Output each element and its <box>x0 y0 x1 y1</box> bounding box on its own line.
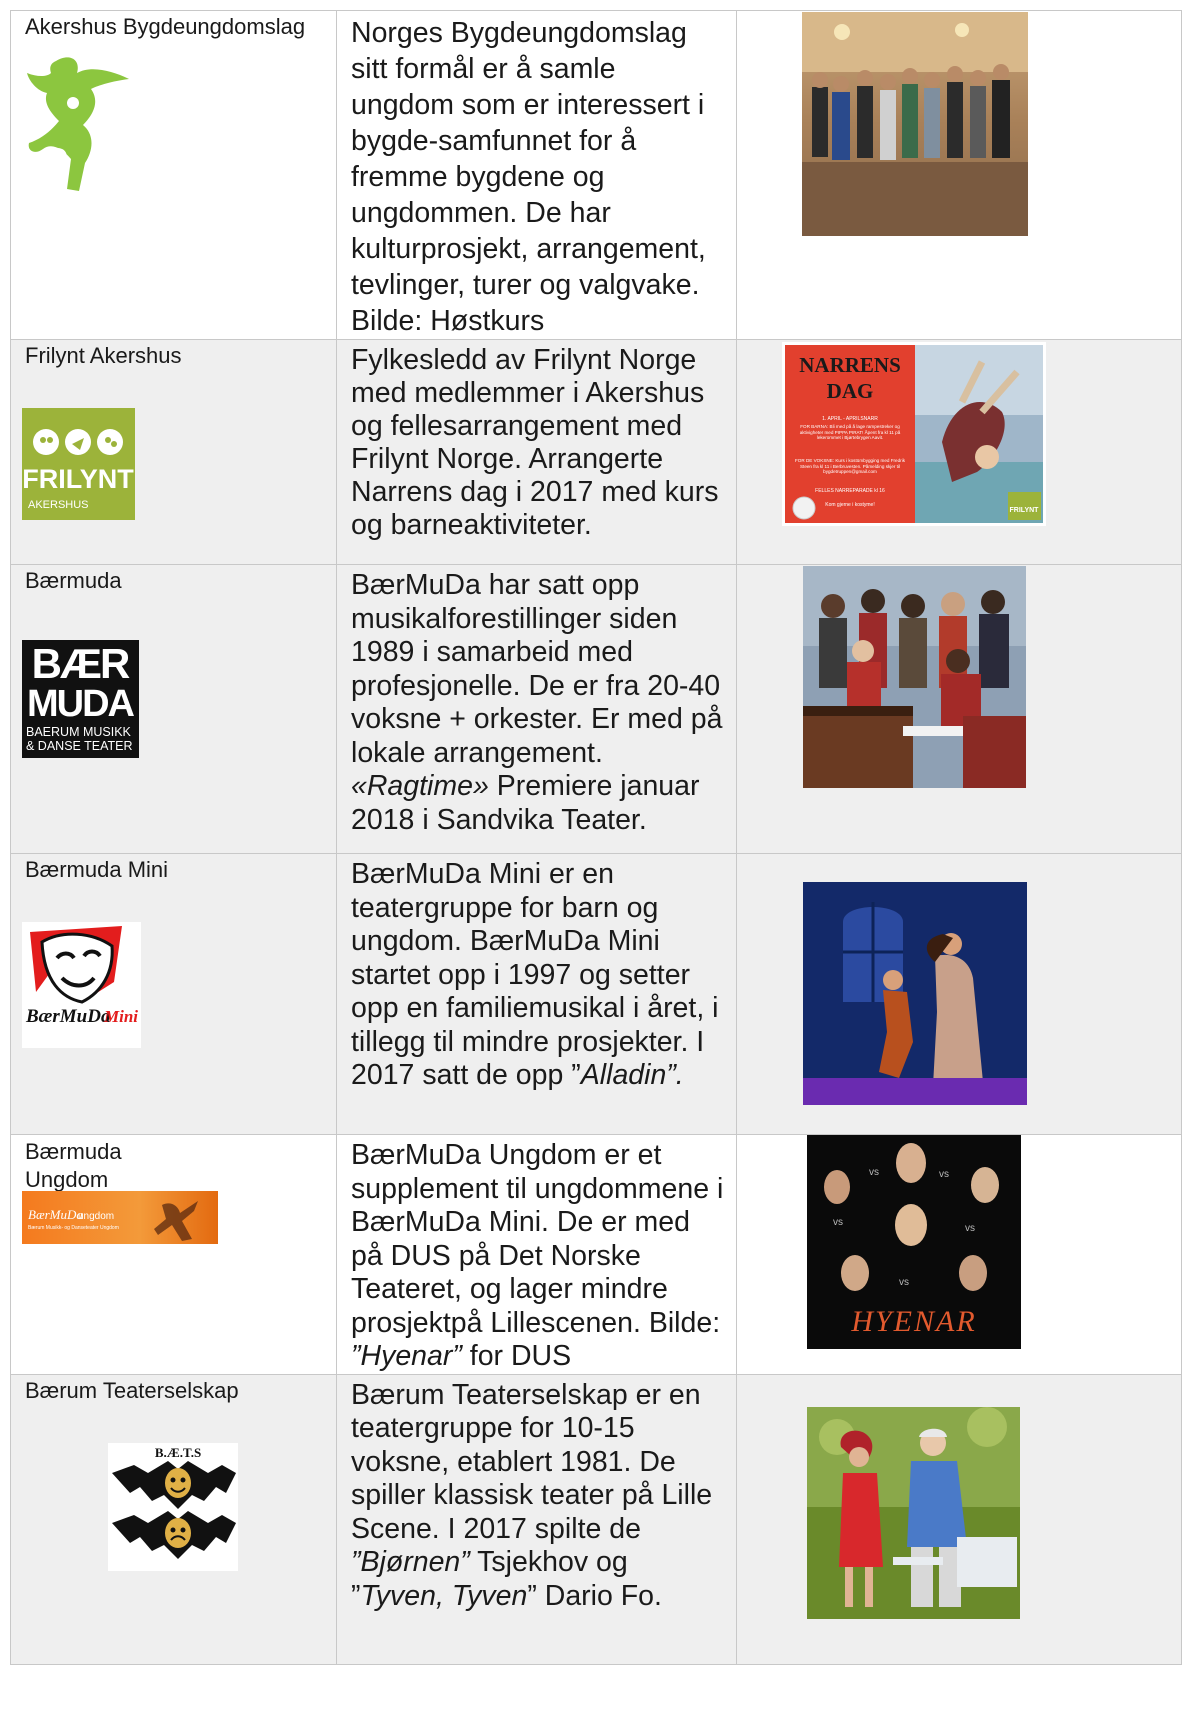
ungdom-logo-subtext: Bærum Musikk- og Danseteater Ungdom <box>28 1225 119 1231</box>
desc-text: Bærum Teaterselskap er en teatergruppe f… <box>351 1378 713 1545</box>
desc-text: BærMuDa Ungdom er et supplement til ungd… <box>351 1139 724 1339</box>
name-cell: Frilynt Akershus FRILYNT AKERSHUS <box>10 339 337 565</box>
name-cell: Bærum Teaterselskap B.Æ.T.S <box>10 1373 337 1665</box>
vs-text: vs <box>899 1277 909 1288</box>
alladin-photo <box>803 882 1027 1105</box>
desc-title: ”Bjørnen” <box>351 1546 470 1578</box>
org-name: Akershus Bygdeungdomslag <box>25 14 306 39</box>
poster-line-1: 1. APRIL - APRILSNARR <box>822 416 878 422</box>
desc-title: Alladin”. <box>580 1059 684 1091</box>
desc-title: «Ragtime» <box>351 770 489 802</box>
poster-line-2: FOR BARNA: Bli med på å lage rampestreke… <box>799 424 901 441</box>
photo-cell <box>736 10 1182 340</box>
org-name: Frilynt Akershus <box>25 343 182 368</box>
baermuda-logo-line1: BÆR <box>32 640 130 687</box>
org-name-line1: Bærmuda <box>25 1139 122 1164</box>
organizations-table: Akershus Bygdeungdomslag Norges Bygdeung… <box>10 10 1182 1665</box>
bjornen-photo <box>807 1406 1020 1619</box>
org-name: Bærmuda <box>25 568 122 593</box>
frilynt-logo-text: FRILYNT <box>22 464 134 494</box>
desc-text: BærMuDa Mini er en teatergruppe for barn… <box>351 858 719 1091</box>
poster-badge: FRILYNT <box>1010 507 1040 514</box>
photo-cell <box>736 853 1182 1135</box>
photo-cell <box>736 564 1182 854</box>
table-row: Bærmuda BÆR MUDA BAERUM MUSIKK & DANSE T… <box>10 564 1182 854</box>
mini-logo-text: BærMuDa <box>25 1006 111 1027</box>
vs-text: vs <box>869 1167 879 1178</box>
description-cell: Fylkesledd av Frilynt Norge med medlemme… <box>336 339 737 565</box>
mini-logo-text2: Mini <box>103 1007 138 1026</box>
description-cell: BærMuDa Ungdom er et supplement til ungd… <box>336 1134 737 1375</box>
baermuda-logo-line4: & DANSE TEATER <box>26 739 133 753</box>
desc-title: ”Hyenar” <box>351 1340 462 1372</box>
name-cell: Akershus Bygdeungdomslag <box>10 10 337 340</box>
baermuda-logo-line3: BAERUM MUSIKK <box>26 725 132 739</box>
org-description: BærMuDa Mini er en teatergruppe for barn… <box>337 854 736 1093</box>
baermuda-logo: BÆR MUDA BAERUM MUSIKK & DANSE TEATER <box>22 640 139 758</box>
ragtime-photo <box>803 566 1026 788</box>
frilynt-logo: FRILYNT AKERSHUS <box>22 408 135 520</box>
baets-logo-text: B.Æ.T.S <box>155 1445 201 1460</box>
table-row: Bærmuda Ungdom BærMuDa ungdom Bærum Musik… <box>10 1134 1182 1375</box>
description-cell: Norges Bygdeungdomslag sitt formål er å … <box>336 10 737 340</box>
hyenar-title: HYENAR <box>850 1305 976 1338</box>
hostkurs-photo <box>802 12 1028 236</box>
description-cell: BærMuDa Mini er en teatergruppe for barn… <box>336 853 737 1135</box>
vs-text: vs <box>833 1217 843 1228</box>
org-description: BærMuDa har satt opp musikalforestilling… <box>337 565 736 837</box>
org-description: BærMuDa Ungdom er et supplement til ungd… <box>337 1135 736 1374</box>
desc-text: ” Dario Fo. <box>527 1579 662 1612</box>
vs-text: vs <box>939 1169 949 1180</box>
bygdeungdomslag-logo <box>21 51 131 201</box>
table-row: Akershus Bygdeungdomslag Norges Bygdeung… <box>10 10 1182 340</box>
baermuda-logo-line2: MUDA <box>27 683 135 725</box>
name-cell: Bærmuda Ungdom BærMuDa ungdom Bærum Musik… <box>10 1134 337 1375</box>
baermuda-ungdom-logo: BærMuDa ungdom Bærum Musikk- og Dansetea… <box>22 1191 218 1244</box>
baermuda-mini-logo: BærMuDa Mini <box>22 922 141 1048</box>
hyenar-poster: vs vs vs vs vs HYENAR <box>807 1135 1021 1349</box>
description-cell: Bærum Teaterselskap er en teatergruppe f… <box>336 1373 737 1665</box>
name-cell: Bærmuda Mini BærMuDa Mini <box>10 853 337 1135</box>
frilynt-logo-subtext: AKERSHUS <box>28 499 89 511</box>
table-row: Bærmuda Mini BærMuDa Mini BærMuDa Mini e… <box>10 853 1182 1135</box>
name-cell: Bærmuda BÆR MUDA BAERUM MUSIKK & DANSE T… <box>10 564 337 854</box>
ungdom-logo-text2: ungdom <box>78 1211 114 1222</box>
poster-line-4: FELLES NARREPARADE kl 16 <box>815 488 885 494</box>
org-name: Bærmuda Mini <box>25 857 169 882</box>
desc-text: BærMuDa har satt opp musikalforestilling… <box>351 569 723 769</box>
org-name: Bærmuda Ungdom <box>11 1135 336 1194</box>
photo-cell <box>736 1373 1182 1665</box>
description-cell: BærMuDa har satt opp musikalforestilling… <box>336 564 737 854</box>
poster-line-3: FOR DE VOKSNE: Kurs i kostümbygging med … <box>794 458 906 475</box>
ungdom-logo-text: BærMuDa <box>28 1207 83 1222</box>
table-row: Frilynt Akershus FRILYNT AKERSHUS Fylkes… <box>10 339 1182 565</box>
poster-title-1: NARRENS <box>799 353 901 377</box>
org-description: Norges Bygdeungdomslag sitt formål er å … <box>351 17 706 337</box>
poster-title-2: DAG <box>827 379 874 403</box>
org-name: Bærum Teaterselskap <box>25 1377 239 1403</box>
desc-title: Tyven, Tyven <box>360 1579 528 1612</box>
desc-text: for DUS <box>461 1340 572 1372</box>
org-name-line2: Ungdom <box>25 1167 109 1192</box>
narrens-dag-poster: NARRENS DAG 1. APRIL - APRILSNARR FOR BA… <box>782 342 1046 526</box>
photo-cell: NARRENS DAG 1. APRIL - APRILSNARR FOR BA… <box>736 339 1182 565</box>
vs-text: vs <box>965 1223 975 1234</box>
poster-line-5: Kom gjerne i kostyme! <box>825 502 874 508</box>
org-description: Bærum Teaterselskap er en teatergruppe f… <box>337 1375 736 1614</box>
baets-logo: B.Æ.T.S <box>108 1442 238 1571</box>
org-description: Fylkesledd av Frilynt Norge med medlemme… <box>351 344 719 541</box>
photo-cell: vs vs vs vs vs HYENAR <box>736 1134 1182 1375</box>
table-row: Bærum Teaterselskap B.Æ.T.S Bærum Teater… <box>10 1373 1182 1665</box>
